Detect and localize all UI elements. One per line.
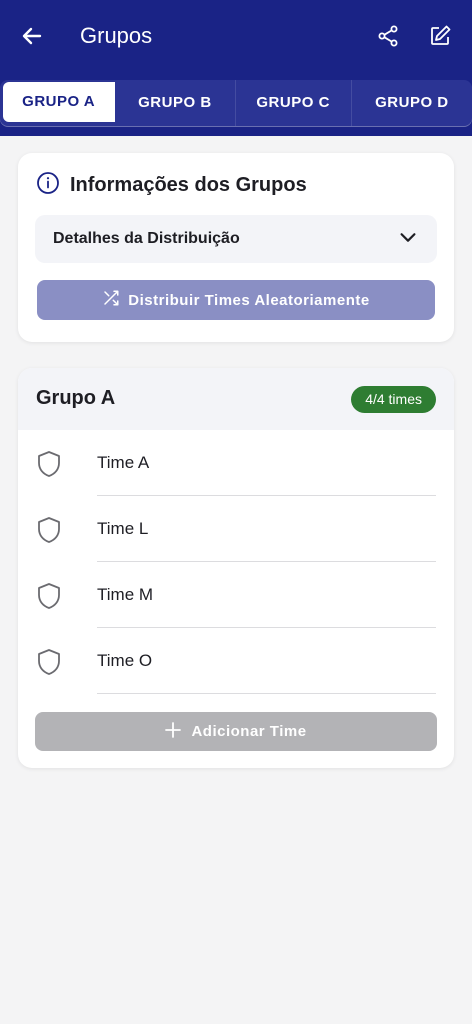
- group-info-card: Informações dos Grupos Detalhes da Distr…: [18, 153, 454, 342]
- edit-icon[interactable]: [426, 22, 454, 50]
- team-name: Time O: [97, 651, 153, 670]
- tab-grupo-d[interactable]: GRUPO D: [352, 80, 472, 126]
- distribute-label: Distribuir Times Aleatoriamente: [128, 291, 370, 309]
- team-row[interactable]: Time O: [18, 628, 454, 694]
- info-header: Informações dos Grupos: [36, 171, 307, 200]
- team-row[interactable]: Time A: [18, 430, 454, 496]
- team-row[interactable]: Time M: [18, 562, 454, 628]
- page-title: Grupos: [80, 23, 153, 48]
- chevron-down-icon: [397, 226, 419, 253]
- tab-grupo-a[interactable]: GRUPO A: [3, 82, 116, 122]
- team-name: Time A: [97, 453, 150, 472]
- divider: [97, 693, 436, 694]
- team-row[interactable]: Time L: [18, 496, 454, 562]
- plus-icon: [165, 721, 182, 742]
- shield-icon: [36, 582, 62, 610]
- group-header: Grupo A 4/4 times: [18, 368, 454, 430]
- back-arrow-icon[interactable]: [18, 22, 46, 50]
- shield-icon: [36, 450, 62, 478]
- shield-icon: [36, 516, 62, 544]
- distribute-teams-button[interactable]: Distribuir Times Aleatoriamente: [37, 280, 435, 320]
- details-label: Detalhes da Distribuição: [53, 230, 240, 247]
- distribution-details-dropdown[interactable]: Detalhes da Distribuição: [35, 215, 437, 263]
- team-name: Time M: [97, 585, 154, 604]
- group-card: Grupo A 4/4 times Time A Time L Time M T…: [18, 368, 454, 768]
- shield-icon: [36, 648, 62, 676]
- info-icon: [36, 171, 60, 200]
- team-count-badge: 4/4 times: [351, 386, 436, 413]
- info-title: Informações dos Grupos: [70, 173, 307, 196]
- shuffle-icon: [102, 289, 120, 311]
- tab-grupo-b[interactable]: GRUPO B: [115, 80, 236, 126]
- share-icon[interactable]: [374, 22, 402, 50]
- group-tabs: GRUPO A GRUPO B GRUPO C GRUPO D: [0, 80, 472, 126]
- app-bar: Grupos GRUPO A GRUPO B GRUPO C GRUPO D: [0, 0, 472, 136]
- team-name: Time L: [97, 519, 149, 538]
- add-team-label: Adicionar Time: [191, 723, 307, 740]
- add-team-button[interactable]: Adicionar Time: [35, 712, 437, 751]
- tab-grupo-c[interactable]: GRUPO C: [236, 80, 352, 126]
- group-name: Grupo A: [36, 387, 116, 409]
